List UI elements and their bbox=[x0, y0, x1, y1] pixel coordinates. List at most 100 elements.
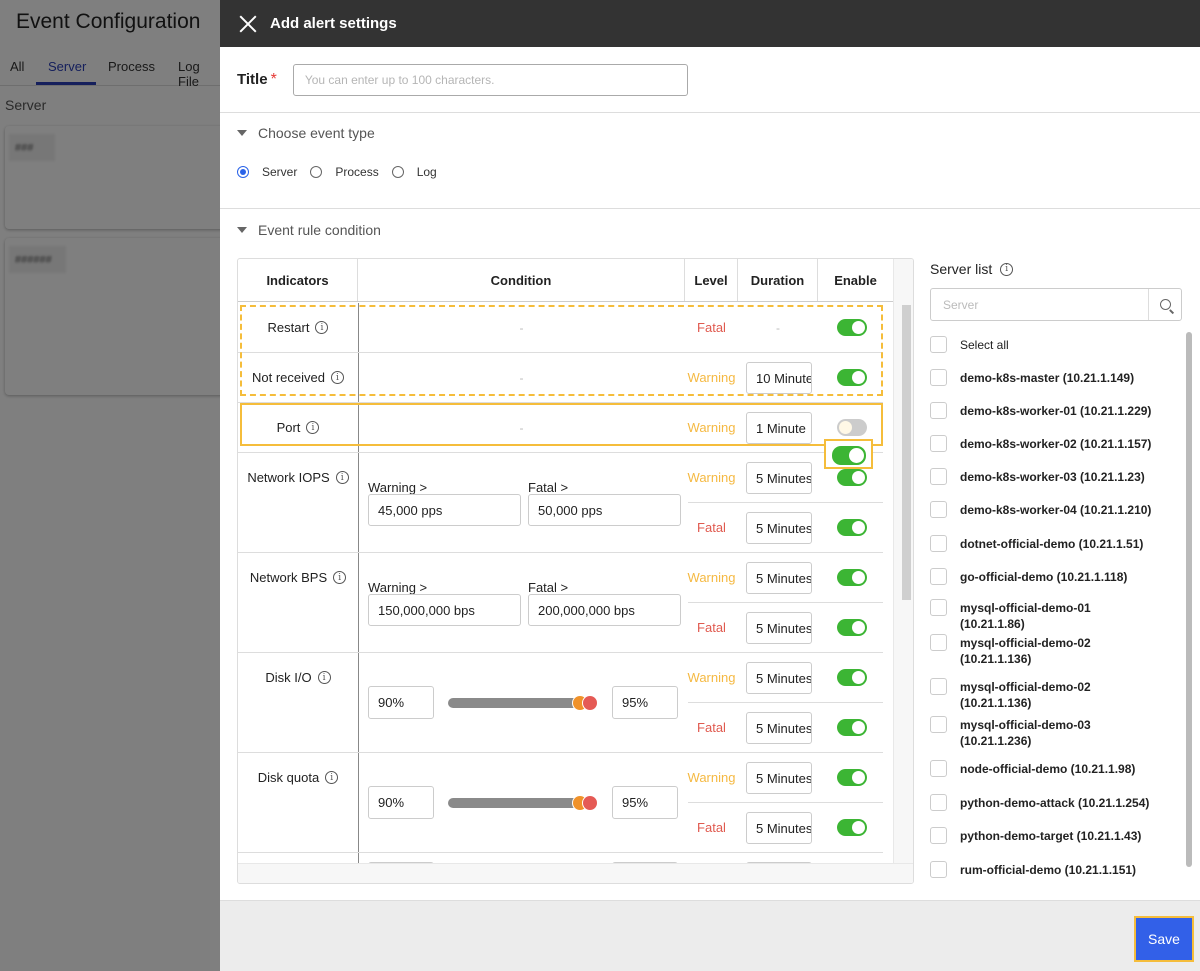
checkbox[interactable] bbox=[930, 794, 947, 811]
info-icon[interactable]: i bbox=[335, 471, 349, 484]
duration-select[interactable]: 10 Minutes bbox=[746, 362, 812, 394]
fatal-threshold-input[interactable]: 50,000 pps bbox=[528, 494, 681, 526]
table-row: Disk I/O i 90% 95% Warning 5 Minutes Fat… bbox=[238, 653, 883, 753]
checkbox[interactable] bbox=[930, 760, 947, 777]
rule-condition-toggle[interactable]: Event rule condition bbox=[220, 210, 1200, 250]
checkbox[interactable] bbox=[930, 599, 947, 616]
checkbox[interactable] bbox=[930, 402, 947, 419]
level-divider bbox=[688, 602, 883, 603]
duration-select[interactable]: 5 Minutes bbox=[746, 562, 812, 594]
info-icon[interactable]: i bbox=[315, 321, 329, 334]
server-list-item[interactable]: mysql-official-demo-02 (10.21.1.136) bbox=[930, 678, 1140, 711]
fatal-slider-handle[interactable] bbox=[582, 695, 598, 711]
checkbox[interactable] bbox=[930, 535, 947, 552]
duration-select[interactable]: 5 Minutes bbox=[746, 462, 812, 494]
enable-toggle[interactable] bbox=[837, 469, 867, 486]
warning-threshold-input[interactable]: 90% bbox=[368, 686, 434, 719]
server-list-item[interactable]: demo-k8s-worker-03 (10.21.1.23) bbox=[930, 468, 1145, 485]
server-search bbox=[930, 288, 1182, 321]
checkbox[interactable] bbox=[930, 827, 947, 844]
enable-toggle[interactable] bbox=[837, 319, 867, 336]
level-divider bbox=[688, 502, 883, 503]
checkbox[interactable] bbox=[930, 435, 947, 452]
duration-select[interactable]: 5 Minutes bbox=[746, 812, 812, 844]
info-icon[interactable]: i bbox=[306, 421, 320, 434]
server-list-item[interactable]: dotnet-official-demo (10.21.1.51) bbox=[930, 535, 1143, 552]
checkbox[interactable] bbox=[930, 634, 947, 651]
info-icon[interactable]: i bbox=[1000, 262, 1014, 276]
radio-label: Process bbox=[335, 165, 379, 179]
enable-toggle[interactable] bbox=[837, 619, 867, 636]
checkbox[interactable] bbox=[930, 501, 947, 518]
server-list-item[interactable]: demo-k8s-worker-02 (10.21.1.157) bbox=[930, 435, 1151, 452]
enable-toggle[interactable] bbox=[837, 719, 867, 736]
server-list-item[interactable]: python-demo-target (10.21.1.43) bbox=[930, 827, 1141, 844]
enable-toggle[interactable] bbox=[837, 369, 867, 386]
fatal-threshold-input[interactable]: 95% bbox=[612, 686, 678, 719]
threshold-slider[interactable] bbox=[448, 798, 578, 808]
fatal-threshold-input[interactable]: 200,000,000 bps bbox=[528, 594, 681, 626]
server-list-item[interactable]: go-official-demo (10.21.1.118) bbox=[930, 568, 1127, 585]
checkbox[interactable] bbox=[930, 716, 947, 733]
radio-log[interactable] bbox=[391, 166, 404, 178]
checkbox[interactable] bbox=[930, 861, 947, 878]
radio-process[interactable] bbox=[310, 166, 323, 178]
server-list-item[interactable]: mysql-official-demo-02 (10.21.1.136) bbox=[930, 634, 1140, 667]
server-list-scrollbar[interactable] bbox=[1186, 332, 1192, 867]
modal-backdrop[interactable] bbox=[0, 0, 220, 971]
duration-select[interactable]: 5 Minutes bbox=[746, 762, 812, 794]
enable-toggle[interactable] bbox=[832, 446, 866, 465]
enable-toggle[interactable] bbox=[837, 519, 867, 536]
duration-select[interactable]: 5 Minutes bbox=[746, 662, 812, 694]
enable-toggle[interactable] bbox=[837, 669, 867, 686]
server-list-item[interactable]: rum-official-demo (10.21.1.151) bbox=[930, 861, 1136, 878]
table-row: Disk quota i 90% 95% Warning 5 Minutes F… bbox=[238, 753, 883, 853]
server-list-item[interactable]: demo-k8s-master (10.21.1.149) bbox=[930, 369, 1134, 386]
horizontal-scrollbar[interactable] bbox=[238, 863, 913, 883]
server-list-item[interactable]: mysql-official-demo-03 (10.21.1.236) bbox=[930, 716, 1140, 749]
warning-threshold-input[interactable]: 45,000 pps bbox=[368, 494, 521, 526]
checkbox[interactable] bbox=[930, 468, 947, 485]
checkbox[interactable] bbox=[930, 678, 947, 695]
checkbox[interactable] bbox=[930, 369, 947, 386]
radio-server[interactable] bbox=[237, 166, 249, 178]
fatal-slider-handle[interactable] bbox=[582, 795, 598, 811]
section-heading: Choose event type bbox=[258, 125, 375, 141]
server-list-item[interactable]: mysql-official-demo-01 (10.21.1.86) bbox=[930, 599, 1140, 632]
server-list-item[interactable]: node-official-demo (10.21.1.98) bbox=[930, 760, 1135, 777]
info-icon[interactable]: i bbox=[325, 771, 339, 784]
event-type-toggle[interactable]: Choose event type bbox=[220, 113, 1200, 153]
caret-down-icon bbox=[237, 227, 247, 233]
enable-toggle[interactable] bbox=[837, 819, 867, 836]
server-list-item[interactable]: python-demo-attack (10.21.1.254) bbox=[930, 794, 1149, 811]
server-search-input[interactable] bbox=[931, 289, 1148, 320]
enable-toggle[interactable] bbox=[837, 419, 867, 436]
server-list-item[interactable]: demo-k8s-worker-04 (10.21.1.210) bbox=[930, 501, 1151, 518]
warning-threshold-input[interactable]: 90% bbox=[368, 786, 434, 819]
checkbox[interactable] bbox=[930, 568, 947, 585]
level-label: Warning bbox=[687, 770, 736, 785]
checkbox[interactable] bbox=[930, 336, 947, 353]
enable-toggle[interactable] bbox=[837, 769, 867, 786]
fatal-threshold-input[interactable]: 95% bbox=[612, 786, 678, 819]
duration-select[interactable]: 1 Minute bbox=[746, 412, 812, 444]
warning-threshold-input[interactable]: 150,000,000 bps bbox=[368, 594, 521, 626]
server-list-item[interactable]: demo-k8s-worker-01 (10.21.1.229) bbox=[930, 402, 1151, 419]
duration-select[interactable]: 5 Minutes bbox=[746, 612, 812, 644]
level-divider bbox=[688, 702, 883, 703]
enable-toggle[interactable] bbox=[837, 569, 867, 586]
duration-select[interactable]: 5 Minutes bbox=[746, 712, 812, 744]
duration-select[interactable]: 5 Minutes bbox=[746, 512, 812, 544]
search-button[interactable] bbox=[1148, 289, 1181, 320]
info-icon[interactable]: i bbox=[317, 671, 331, 684]
column-header: Condition bbox=[358, 259, 685, 301]
save-button[interactable]: Save bbox=[1136, 918, 1192, 960]
scrollbar-thumb[interactable] bbox=[902, 305, 911, 600]
close-icon[interactable] bbox=[238, 14, 258, 34]
level-label: Fatal bbox=[697, 720, 726, 735]
title-input[interactable] bbox=[292, 63, 688, 96]
threshold-slider[interactable] bbox=[448, 698, 578, 708]
info-icon[interactable]: i bbox=[333, 571, 347, 584]
select-all-item[interactable]: Select all bbox=[930, 336, 1009, 353]
info-icon[interactable]: i bbox=[330, 371, 344, 384]
